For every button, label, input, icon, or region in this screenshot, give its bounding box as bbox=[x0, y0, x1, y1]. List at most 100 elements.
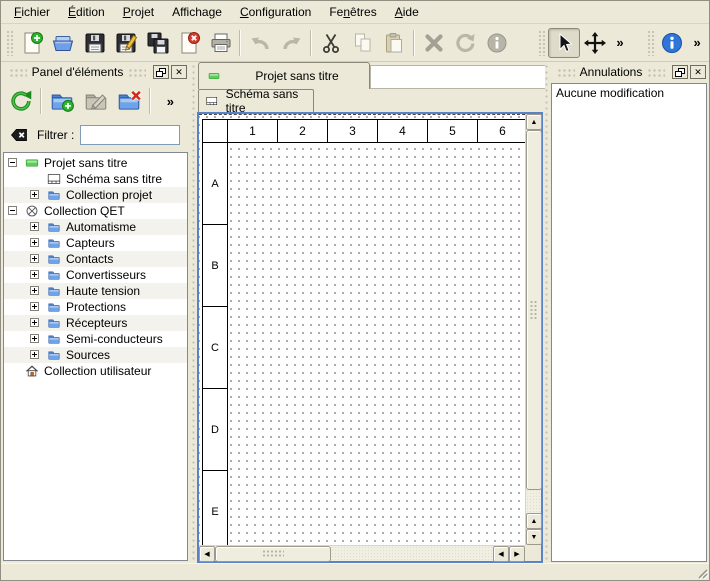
scroll-left-button[interactable]: ◀ bbox=[199, 546, 215, 562]
menu-fichier[interactable]: Fichier bbox=[5, 2, 59, 22]
tree-item-collection-qet[interactable]: Collection QET bbox=[4, 203, 187, 219]
save-button[interactable] bbox=[79, 28, 111, 58]
toolbar-handle[interactable] bbox=[647, 30, 655, 56]
tree-item-schema-sans-titre[interactable]: Schéma sans titre bbox=[4, 171, 187, 187]
edit-category-icon bbox=[83, 88, 109, 114]
elements-panel-dock: Panel d'éléments ✕ » Filtrer : Projet sa… bbox=[1, 62, 190, 563]
tree-item-sources[interactable]: Sources bbox=[4, 347, 187, 363]
cut-button[interactable] bbox=[315, 28, 347, 58]
undo-button[interactable] bbox=[244, 28, 276, 58]
open-button[interactable] bbox=[47, 28, 79, 58]
horizontal-scroll-thumb[interactable] bbox=[215, 546, 331, 562]
expand-icon[interactable] bbox=[30, 286, 39, 295]
toolbar-handle[interactable] bbox=[538, 30, 546, 56]
tree-item-collection-projet[interactable]: Collection projet bbox=[4, 187, 187, 203]
tree-item-automatisme[interactable]: Automatisme bbox=[4, 219, 187, 235]
tree-item-contacts[interactable]: Contacts bbox=[4, 251, 187, 267]
paste-button[interactable] bbox=[378, 28, 410, 58]
tab-project[interactable]: Projet sans titre bbox=[198, 62, 370, 89]
menu-aide[interactable]: Aide bbox=[386, 2, 428, 22]
expand-icon[interactable] bbox=[30, 350, 39, 359]
delete-button[interactable] bbox=[418, 28, 450, 58]
edit-category-button[interactable] bbox=[79, 85, 112, 117]
expand-icon[interactable] bbox=[30, 318, 39, 327]
tree-item-protections[interactable]: Protections bbox=[4, 299, 187, 315]
menu-fenetres[interactable]: Fenêtres bbox=[320, 2, 385, 22]
new-document-button[interactable] bbox=[16, 28, 48, 58]
close-panel-button[interactable]: ✕ bbox=[690, 65, 706, 79]
close-panel-button[interactable]: ✕ bbox=[171, 65, 187, 79]
overflow-categories-button[interactable]: » bbox=[154, 85, 187, 117]
move-tool-button[interactable] bbox=[580, 28, 612, 58]
print-button[interactable] bbox=[205, 28, 237, 58]
scroll-right-button[interactable]: ▶ bbox=[509, 546, 525, 562]
copy-button[interactable] bbox=[347, 28, 379, 58]
expand-icon[interactable] bbox=[30, 334, 39, 343]
dock-grip[interactable] bbox=[128, 68, 146, 77]
tree-item-haute-tension[interactable]: Haute tension bbox=[4, 283, 187, 299]
save-all-button[interactable] bbox=[142, 28, 174, 58]
dock-grip[interactable] bbox=[647, 68, 665, 77]
tree-item-convertisseurs[interactable]: Convertisseurs bbox=[4, 267, 187, 283]
schema-canvas[interactable]: 123456 ABCDE bbox=[199, 114, 525, 545]
expand-icon[interactable] bbox=[30, 222, 39, 231]
redo-button[interactable] bbox=[276, 28, 308, 58]
vertical-scrollbar[interactable]: ▲ ▲ ▼ bbox=[525, 114, 541, 545]
float-panel-button[interactable] bbox=[153, 65, 169, 79]
filter-input[interactable] bbox=[80, 125, 180, 145]
expand-icon[interactable] bbox=[30, 302, 39, 311]
undo-history-list[interactable]: Aucune modification bbox=[551, 83, 707, 562]
left-splitter[interactable] bbox=[190, 62, 197, 563]
tree-item-projet-sans-titre[interactable]: Projet sans titre bbox=[4, 155, 187, 171]
horizontal-scrollbar[interactable]: ◀ ◀ ▶ bbox=[199, 545, 525, 561]
select-tool-button[interactable] bbox=[548, 28, 580, 58]
new-category-button[interactable] bbox=[45, 85, 78, 117]
menu-affichage[interactable]: Affichage bbox=[163, 2, 231, 22]
delete-category-button[interactable] bbox=[112, 85, 145, 117]
chevron-double-icon: » bbox=[167, 94, 174, 109]
tab-schema[interactable]: Schéma sans titre bbox=[198, 89, 314, 112]
overflow-help-button[interactable]: » bbox=[688, 28, 706, 58]
about-qet-button[interactable] bbox=[657, 28, 689, 58]
undo-history-item[interactable]: Aucune modification bbox=[552, 85, 706, 101]
dock-grip[interactable] bbox=[557, 68, 575, 77]
menu-edition[interactable]: Édition bbox=[59, 2, 114, 22]
rotate-button[interactable] bbox=[449, 28, 481, 58]
element-info-button[interactable] bbox=[481, 28, 513, 58]
status-bar bbox=[1, 563, 709, 580]
tree-item-recepteurs[interactable]: Récepteurs bbox=[4, 315, 187, 331]
menu-projet[interactable]: Projet bbox=[114, 2, 163, 22]
overflow-tools-button[interactable]: » bbox=[611, 28, 629, 58]
scroll-up-button[interactable]: ▲ bbox=[526, 114, 542, 130]
dock-grip[interactable] bbox=[9, 68, 27, 77]
menu-configuration[interactable]: Configuration bbox=[231, 2, 320, 22]
reload-collections-button[interactable] bbox=[4, 85, 37, 117]
column-header-4: 4 bbox=[378, 120, 428, 143]
collapse-icon[interactable] bbox=[8, 206, 17, 215]
toolbar-separator bbox=[413, 30, 415, 56]
scroll-up-button-2[interactable]: ▲ bbox=[526, 513, 542, 529]
save-icon bbox=[83, 31, 107, 55]
vertical-scroll-thumb[interactable] bbox=[526, 130, 542, 490]
scroll-down-button[interactable]: ▼ bbox=[526, 529, 542, 545]
close-file-button[interactable] bbox=[173, 28, 205, 58]
tree-item-semi-conducteurs[interactable]: Semi-conducteurs bbox=[4, 331, 187, 347]
collapse-icon[interactable] bbox=[8, 158, 17, 167]
tree-item-capteurs[interactable]: Capteurs bbox=[4, 235, 187, 251]
undo-icon bbox=[248, 31, 272, 55]
expand-icon[interactable] bbox=[30, 238, 39, 247]
expand-icon[interactable] bbox=[30, 270, 39, 279]
float-panel-button[interactable] bbox=[672, 65, 688, 79]
clear-filter-button[interactable] bbox=[7, 125, 31, 145]
tree-item-collection-utilisateur[interactable]: Collection utilisateur bbox=[4, 363, 187, 379]
scroll-left-button-2[interactable]: ◀ bbox=[493, 546, 509, 562]
save-as-button[interactable] bbox=[110, 28, 142, 58]
toolbar-handle[interactable] bbox=[6, 30, 14, 56]
project-icon bbox=[205, 70, 223, 82]
project-icon bbox=[24, 156, 40, 170]
expand-icon[interactable] bbox=[30, 254, 39, 263]
expand-icon[interactable] bbox=[30, 190, 39, 199]
copy-icon bbox=[351, 31, 375, 55]
row-header-a: A bbox=[203, 143, 228, 225]
resize-grip[interactable] bbox=[695, 566, 708, 579]
